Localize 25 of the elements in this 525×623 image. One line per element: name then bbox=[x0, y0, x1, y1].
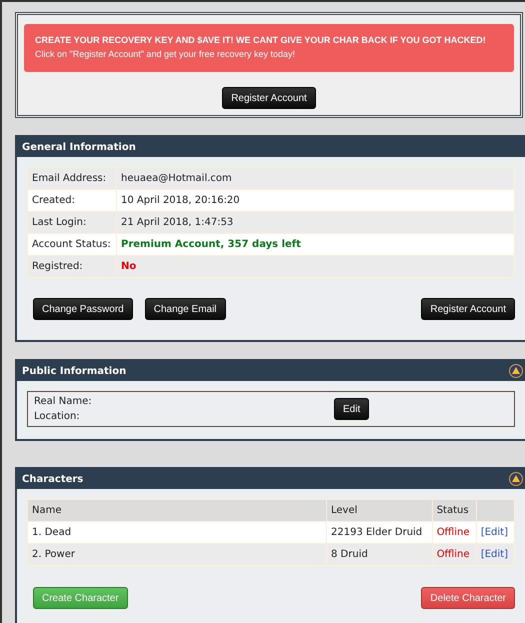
edit-button[interactable]: Edit bbox=[334, 398, 370, 420]
alert-text: Click on "Register Account" and get your free recovery key today! bbox=[35, 49, 296, 59]
collapse-icon[interactable] bbox=[509, 472, 523, 486]
field-label: Email Address: bbox=[28, 168, 116, 190]
column-header: Level bbox=[331, 505, 358, 516]
delete-character-button[interactable]: Delete Character bbox=[421, 587, 515, 609]
panel-title: Characters bbox=[22, 474, 84, 484]
table-cell: Offline bbox=[432, 544, 476, 566]
field-label: Location: bbox=[34, 410, 81, 424]
panel-title: Public Information bbox=[22, 366, 126, 376]
register-account-button[interactable]: Register Account bbox=[222, 87, 316, 109]
field-value: No bbox=[116, 256, 514, 278]
action-button[interactable]: Change Password bbox=[33, 298, 133, 320]
alert-title: CREATE YOUR RECOVERY KEY AND $AVE IT! WE CANT GIVE YOUR CHAR BACK IF YOU GOT HACKED! bbox=[35, 35, 487, 45]
register-account-button[interactable]: Register Account bbox=[421, 298, 515, 320]
panel-title: General Information bbox=[22, 142, 136, 152]
column-header: Status bbox=[436, 505, 469, 516]
collapse-icon[interactable] bbox=[509, 364, 523, 378]
field-label: Registred: bbox=[28, 256, 116, 278]
table-cell: 2. Power bbox=[28, 544, 326, 566]
action-button[interactable]: Change Email bbox=[144, 298, 226, 320]
column-header: Name bbox=[32, 505, 62, 516]
table-cell: 8 Druid bbox=[326, 544, 432, 566]
field-value: heuaea@Hotmail.com bbox=[116, 168, 514, 190]
field-label: Real Name: bbox=[34, 395, 93, 409]
